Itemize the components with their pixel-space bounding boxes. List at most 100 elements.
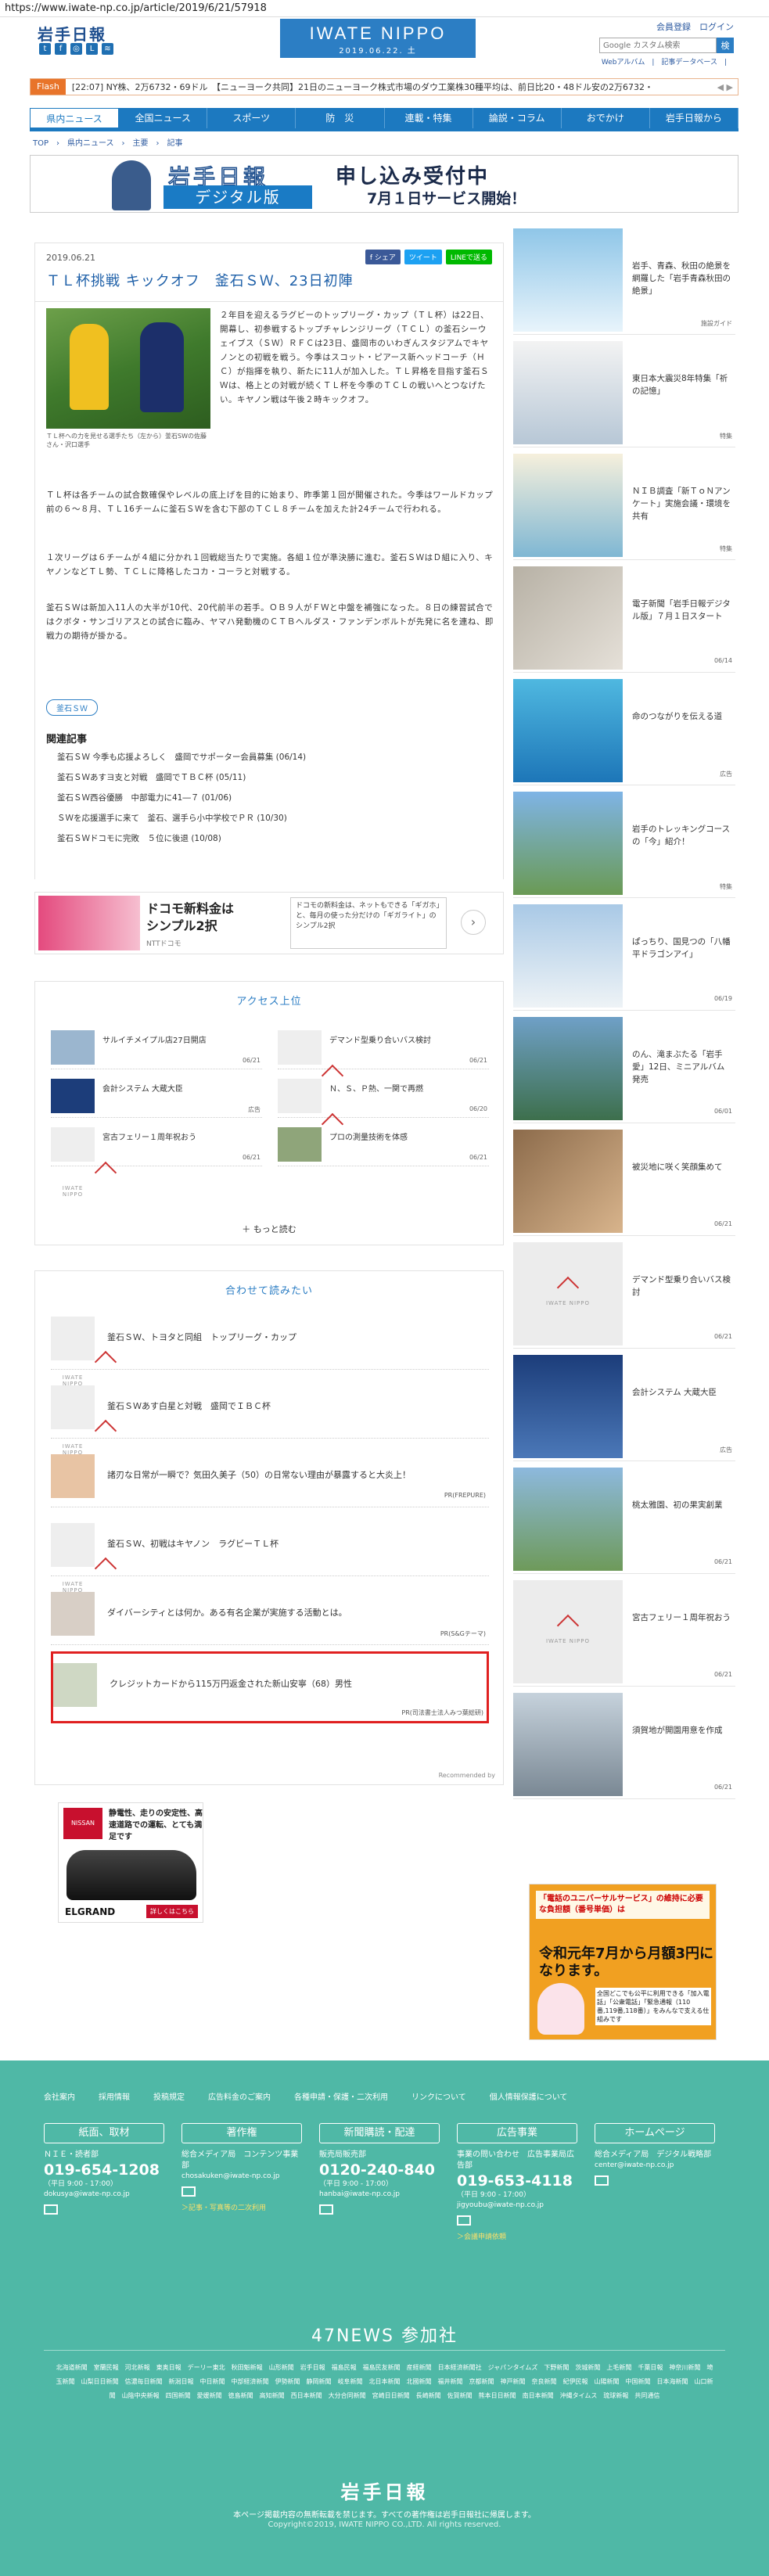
sidebar-item[interactable]: 須賀地が開園用意を作成 06/21 — [513, 1690, 735, 1799]
sidebar-item[interactable]: 桃太雅園、初の果実創業 06/21 — [513, 1464, 735, 1574]
recommended-item[interactable]: ダイバーシティとは何か。ある有名企業が実施する活動とは。 PR(S&Gテーマ) — [51, 1583, 489, 1645]
sidebar-item[interactable]: 電子新聞「岩手日報デジタル版」７月１日スタート 06/14 — [513, 563, 735, 673]
sidebar-item[interactable]: 岩手、青森、秋田の絶景を網羅した「岩手青森秋田の絶景」 施設ガイド — [513, 225, 735, 335]
sidebar-item[interactable]: 岩手のトレッキングコースの「今」紹介！ 特集 — [513, 789, 735, 898]
instagram-icon[interactable]: ◎ — [70, 43, 82, 55]
related-article-link[interactable]: 釜石ＳＷ 今季も応援よろしく 盛岡でサポーター会員募集 (06/14) — [57, 751, 306, 771]
nav-item-disaster[interactable]: 防 災 — [296, 108, 385, 128]
nav-item-from-nippo[interactable]: 岩手日報から — [650, 108, 738, 128]
footer-email[interactable]: chosakuken@iwate-np.co.jp — [181, 2172, 302, 2182]
recommended-item[interactable]: 釜石ＳＷ、初戦はキヤノン ラグビーＴＬ杯 — [51, 1514, 489, 1593]
footer-secondary-link[interactable]: ＞会議申請依頼 — [457, 2231, 577, 2241]
car-ad-details-button[interactable]: 詳しくはこちら — [146, 1905, 198, 1918]
member-links[interactable]: 会員登録 ログイン — [656, 20, 734, 33]
mail-icon[interactable] — [181, 2186, 196, 2197]
recommended-item[interactable]: 諸刃な日常が一瞬で？気田久美子（50）の日常ない理由が暴露すると大炎上！ PR(… — [51, 1445, 489, 1507]
ad-title-line-1: ドコモ新料金は — [146, 901, 235, 916]
footer-phone[interactable]: 0120-240-840 — [319, 2161, 440, 2179]
footer-link[interactable]: リンクについて — [411, 2090, 466, 2102]
recommended-item-title: 釜石ＳＷ、初戦はキヤノン ラグビーＴＬ杯 — [107, 1539, 279, 1549]
mail-icon[interactable] — [457, 2215, 471, 2226]
flash-message[interactable]: [22:07] NY株、2万6732・69ドル 【ニューヨーク共同】21日のニュ… — [66, 81, 713, 93]
nav-item-local[interactable]: 県内ニュース — [30, 108, 120, 128]
nav-item-national[interactable]: 全国ニュース — [119, 108, 208, 128]
search-input[interactable] — [599, 38, 717, 53]
nav-item-outing[interactable]: おでかけ — [562, 108, 650, 128]
sidebar-item[interactable]: 命のつながりを伝える道 広告 — [513, 676, 735, 785]
banner-digital-label: デジタル版 — [164, 185, 312, 209]
sidebar-item[interactable]: 被災地に咲く笑顔集めて 06/21 — [513, 1126, 735, 1236]
footer-link[interactable]: 採用情報 — [99, 2090, 130, 2102]
footer-phone[interactable]: 019-654-1208 — [44, 2161, 164, 2179]
recommended-by[interactable]: Recommended by — [439, 1772, 495, 1779]
ranking-item[interactable]: 会計システム 大蔵大臣 広告 — [51, 1074, 262, 1118]
ranking-item-date: 広告 — [248, 1106, 261, 1113]
mail-icon[interactable] — [319, 2204, 333, 2215]
sidebar-item[interactable]: 宮古フェリー１周年祝おう 06/21 — [513, 1577, 735, 1687]
facebook-share-button[interactable]: f シェア — [365, 250, 401, 264]
top-links[interactable]: Webアルバム | 記事データベース | — [602, 56, 734, 66]
more-button[interactable]: ＋ もっと読む — [35, 1223, 503, 1235]
ad-go-button[interactable]: › — [461, 910, 486, 935]
ranking-item[interactable]: 宮古フェリー１周年祝おう 06/21 — [51, 1123, 262, 1198]
mail-icon[interactable] — [595, 2175, 609, 2186]
ranking-item[interactable]: Ｎ、Ｓ、Ｐ熱、一関で再燃 06/20 — [278, 1074, 489, 1149]
footer-link[interactable]: 個人情報保護について — [490, 2090, 568, 2102]
breadcrumb[interactable]: TOP › 県内ニュース › 主要 › 記事 — [30, 136, 738, 149]
sidebar-item[interactable]: 会計システム 大蔵大臣 広告 — [513, 1352, 735, 1461]
ranking-item[interactable]: デマンド型乗り合いバス検討 06/21 — [278, 1026, 489, 1101]
nav-item-column[interactable]: 論説・コラム — [473, 108, 562, 128]
line-share-button[interactable]: LINEで送る — [445, 250, 492, 264]
nav-underline — [30, 128, 738, 131]
footer-email[interactable]: hanbai@iwate-np.co.jp — [319, 2190, 440, 2200]
recommended-item[interactable]: 釜石ＳＷあす白星と対戦 盛岡でＩＢＣ杯 — [51, 1376, 489, 1456]
footer-logo[interactable]: 岩手日報 — [0, 2477, 769, 2504]
nav-item-features[interactable]: 連載・特集 — [385, 108, 473, 128]
related-article-link[interactable]: 釜石ＳＷドコモに完敗 ５位に後退 (10/08) — [57, 832, 306, 853]
site-logo[interactable]: 岩手日報 — [38, 22, 106, 45]
recommended-item[interactable]: 釜石ＳＷ、トヨタと同組 トップリーグ・カップ — [51, 1307, 489, 1387]
sidebar-item-title: 岩手、青森、秋田の絶景を網羅した「岩手青森秋田の絶景」 — [632, 261, 731, 296]
footer-email[interactable]: jigyoubu@iwate-np.co.jp — [457, 2201, 577, 2211]
related-article-link[interactable]: ＳＷを応援選手に来て 釜石、選手ら小中学校でＰＲ (10/30) — [57, 812, 306, 832]
flash-arrows[interactable]: ◀ ▶ — [713, 82, 738, 92]
rss-icon[interactable]: ≋ — [102, 43, 113, 55]
related-article-link[interactable]: 釜石ＳＷあすヨ支と対戦 盛岡でＴＢＣ杯 (05/11) — [57, 771, 306, 792]
sidebar-item[interactable]: のん、滝まぶたる「岩手愛」12日、ミニアルバム発売 06/01 — [513, 1014, 735, 1123]
footer-email[interactable]: dokusya@iwate-np.co.jp — [44, 2190, 164, 2200]
search-button[interactable]: 検 — [717, 38, 734, 53]
tweet-button[interactable]: ツイート — [404, 250, 442, 264]
twitter-icon[interactable]: t — [39, 43, 51, 55]
footer-link[interactable]: 各種申請・保護・二次利用 — [294, 2090, 388, 2102]
docomo-ad[interactable]: ドコモ新料金は シンプル2択 NTTドコモ ドコモの新料金は、ネットもできる「ギガ… — [34, 892, 504, 954]
sidebar-item[interactable]: ぱっちり、国見つの「八幡平ドラゴンアイ」 06/19 — [513, 901, 735, 1011]
footer-link[interactable]: 会社案内 — [44, 2090, 75, 2102]
47news-member-papers[interactable]: 北海道新聞 室蘭民報 河北新報 東奥日報 デーリー東北 秋田魁新報 山形新聞 岩… — [55, 2361, 714, 2403]
sidebar-item-title: 宮古フェリー１周年祝おう — [632, 1613, 731, 1622]
tag-kamaishi-sw[interactable]: 釜石ＳＷ — [46, 699, 98, 716]
ranking-item[interactable]: サルイチメイプル店27日開店 06/21 — [51, 1026, 262, 1069]
mail-icon[interactable] — [44, 2204, 58, 2215]
nissan-car-ad[interactable]: NISSAN 静電性、走りの安定性、高速道路での運転、とても満足です ELGRA… — [58, 1802, 203, 1923]
address-bar[interactable]: https://www.iwate-np.co.jp/article/2019/… — [0, 0, 769, 17]
footer-col-head: 紙面、取材 — [44, 2123, 164, 2143]
sidebar-item[interactable]: ＮＩＢ調査「新ＴｏＮアンケート」実施会議・環境を共有 特集 — [513, 451, 735, 560]
footer-email[interactable]: center@iwate-np.co.jp — [595, 2161, 715, 2171]
footer-link[interactable]: 広告料金のご案内 — [208, 2090, 271, 2102]
footer-phone[interactable]: 019-653-4118 — [457, 2172, 577, 2190]
footer-link[interactable]: 投稿規定 — [153, 2090, 185, 2102]
related-article-link[interactable]: 釜石ＳＷ西谷優勝 中部電力に41―７ (01/06) — [57, 792, 306, 812]
recommended-item-highlighted[interactable]: クレジットカードから115万円返金された新山安寧（68）男性 PR(司法書士法人… — [51, 1651, 489, 1723]
article-photo[interactable] — [46, 308, 210, 429]
digital-edition-banner[interactable]: 岩手日報 デジタル版 申し込み受付中 7月１日サービス開始！ — [30, 155, 738, 213]
line-icon[interactable]: L — [86, 43, 98, 55]
ranking-item[interactable]: プロの測量技術を体感 06/21 — [278, 1123, 489, 1166]
sidebar-item[interactable]: デマンド型乗り合いバス検討 06/21 — [513, 1239, 735, 1349]
center-logo[interactable]: IWATE NIPPO 2019.06.22. 土 — [280, 19, 476, 58]
header-date: 2019.06.22. 土 — [339, 47, 417, 56]
footer-secondary-link[interactable]: ＞記事・写真等の二次利用 — [181, 2202, 302, 2212]
facebook-icon[interactable]: f — [55, 43, 66, 55]
nav-item-sports[interactable]: スポーツ — [207, 108, 296, 128]
sidebar-item[interactable]: 東日本大震災8年特集「祈の記憶」 特集 — [513, 338, 735, 447]
universal-service-ad[interactable]: 「電話のユニバーサルサービス」の維持に必要な負担額（番号単価）は 令和元年7月か… — [529, 1884, 717, 2040]
